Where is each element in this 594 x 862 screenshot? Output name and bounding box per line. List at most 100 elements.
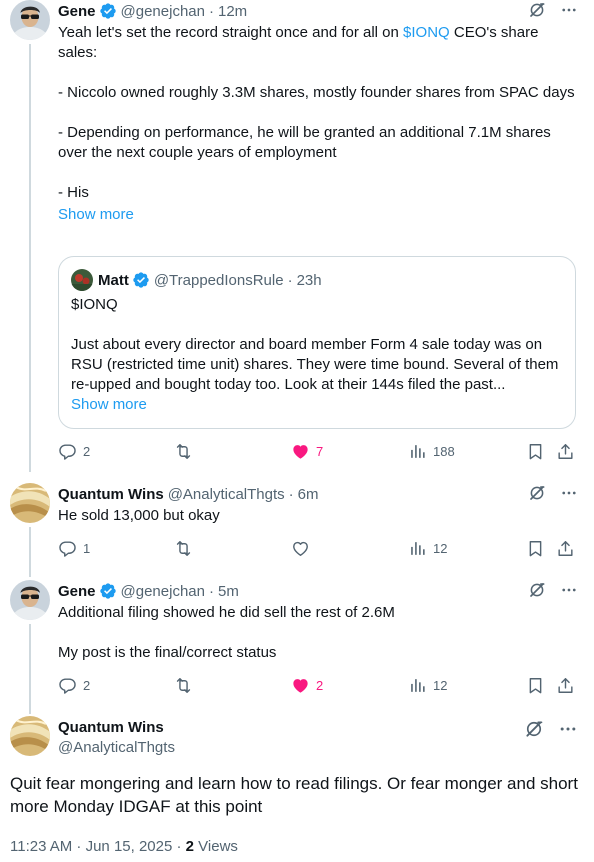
thread-line: [29, 527, 31, 577]
views-icon: [408, 676, 427, 695]
reply-icon: [58, 676, 77, 695]
views-count: 2: [185, 838, 195, 855]
reply-count: 1: [83, 540, 91, 556]
reply-count: 2: [83, 677, 91, 693]
bookmark-icon: [526, 539, 545, 558]
tweet-gene-1[interactable]: Gene @genejchan · 12m Yeah let's set the…: [0, 0, 594, 472]
grok-icon[interactable]: [524, 719, 544, 739]
share-button[interactable]: [556, 440, 575, 462]
share-button[interactable]: [556, 537, 575, 559]
more-options-icon[interactable]: [560, 484, 578, 502]
share-button[interactable]: [556, 674, 575, 696]
repost-button[interactable]: [174, 440, 193, 462]
post-text: Yeah let's set the record straight once …: [58, 24, 575, 201]
bookmark-icon: [526, 676, 545, 695]
thread-line: [29, 624, 31, 714]
heart-icon: [291, 539, 310, 558]
reply-button[interactable]: 2: [58, 440, 90, 462]
views-icon: [408, 442, 427, 461]
grok-icon[interactable]: [528, 1, 546, 19]
author-name[interactable]: Gene: [58, 3, 96, 20]
more-options-icon[interactable]: [560, 1, 578, 19]
heart-filled-icon: [291, 442, 310, 461]
repost-button[interactable]: [174, 674, 193, 696]
post-meta: 11:23 AM · Jun 15, 2025 · 2 Views: [10, 838, 238, 855]
quote-time: 23h: [296, 271, 322, 289]
separator-dot: ·: [288, 485, 294, 503]
reply-count: 2: [83, 443, 91, 459]
more-options-icon[interactable]: [558, 719, 578, 739]
repost-button[interactable]: [174, 537, 193, 559]
author-handle[interactable]: @genejchan: [121, 3, 205, 20]
verified-badge-icon: [99, 582, 117, 600]
reply-button[interactable]: 1: [58, 537, 90, 559]
author-name[interactable]: Quantum Wins: [58, 486, 164, 503]
show-more-link[interactable]: Show more: [58, 205, 578, 225]
heart-filled-icon: [291, 676, 310, 695]
reply-icon: [58, 539, 77, 558]
views-count: 12: [433, 540, 448, 556]
quote-text: $IONQ Just about every director and boar…: [71, 295, 563, 395]
like-button[interactable]: 2: [291, 674, 323, 696]
thread-line: [29, 44, 31, 472]
views-button[interactable]: 12: [408, 674, 447, 696]
grok-icon[interactable]: [528, 581, 546, 599]
post-text: He sold 13,000 but okay: [58, 507, 220, 524]
avatar[interactable]: [10, 483, 50, 523]
views-button[interactable]: 188: [408, 440, 455, 462]
bookmark-icon: [526, 442, 545, 461]
like-button[interactable]: 7: [291, 440, 323, 462]
avatar[interactable]: [10, 716, 50, 756]
action-bar: 2 7 188: [58, 440, 578, 462]
views-icon: [408, 539, 427, 558]
post-time[interactable]: 12m: [218, 3, 247, 20]
share-icon: [556, 676, 575, 695]
author-handle[interactable]: @AnalyticalThgts: [168, 486, 285, 503]
post-top-icons: [524, 719, 578, 739]
avatar[interactable]: [10, 0, 50, 40]
author-name[interactable]: Gene: [58, 583, 96, 600]
reply-icon: [58, 442, 77, 461]
bookmark-button[interactable]: [526, 440, 545, 462]
quote-avatar: [71, 269, 93, 291]
views-count: 12: [433, 677, 448, 693]
views-label: Views: [194, 838, 238, 855]
tweet-gene-2[interactable]: Gene @genejchan · 5m Additional filing s…: [0, 580, 594, 714]
quote-show-more-link[interactable]: Show more: [71, 395, 563, 415]
like-count: 2: [316, 677, 324, 693]
verified-badge-icon: [99, 2, 117, 20]
like-button[interactable]: [291, 537, 310, 559]
grok-icon[interactable]: [528, 484, 546, 502]
post-time[interactable]: 6m: [298, 486, 319, 503]
cashtag-link[interactable]: $IONQ: [403, 24, 450, 41]
action-bar: 1 12: [58, 537, 578, 559]
quoted-tweet[interactable]: Matt @TrappedIonsRule · 23h $IONQ Just a…: [58, 256, 576, 429]
action-bar: 2 2 12: [58, 674, 578, 696]
share-icon: [556, 442, 575, 461]
post-text: Additional filing showed he did sell the…: [58, 604, 395, 661]
detail-post-text: Quit fear mongering and learn how to rea…: [10, 774, 578, 816]
separator-dot: ·: [287, 271, 293, 289]
separator-dot: ·: [208, 582, 214, 600]
views-button[interactable]: 12: [408, 537, 447, 559]
quote-author-handle: @TrappedIonsRule: [153, 271, 284, 289]
more-options-icon[interactable]: [560, 581, 578, 599]
avatar[interactable]: [10, 580, 50, 620]
bookmark-button[interactable]: [526, 537, 545, 559]
like-count: 7: [316, 443, 324, 459]
views-count: 188: [433, 443, 455, 459]
author-handle[interactable]: @AnalyticalThgts: [58, 738, 578, 758]
bookmark-button[interactable]: [526, 674, 545, 696]
tweet-quantum-1[interactable]: Quantum Wins @AnalyticalThgts · 6m He so…: [0, 483, 594, 577]
reply-button[interactable]: 2: [58, 674, 90, 696]
author-name[interactable]: Quantum Wins: [58, 718, 578, 738]
post-top-icons: [528, 484, 578, 502]
quote-cashtag: $IONQ: [71, 296, 118, 313]
share-icon: [556, 539, 575, 558]
repost-icon: [174, 676, 193, 695]
post-timestamp[interactable]: 11:23 AM · Jun 15, 2025 ·: [10, 838, 186, 855]
verified-badge-icon: [132, 271, 150, 289]
author-handle[interactable]: @genejchan: [121, 583, 205, 600]
post-time[interactable]: 5m: [218, 583, 239, 600]
repost-icon: [174, 539, 193, 558]
